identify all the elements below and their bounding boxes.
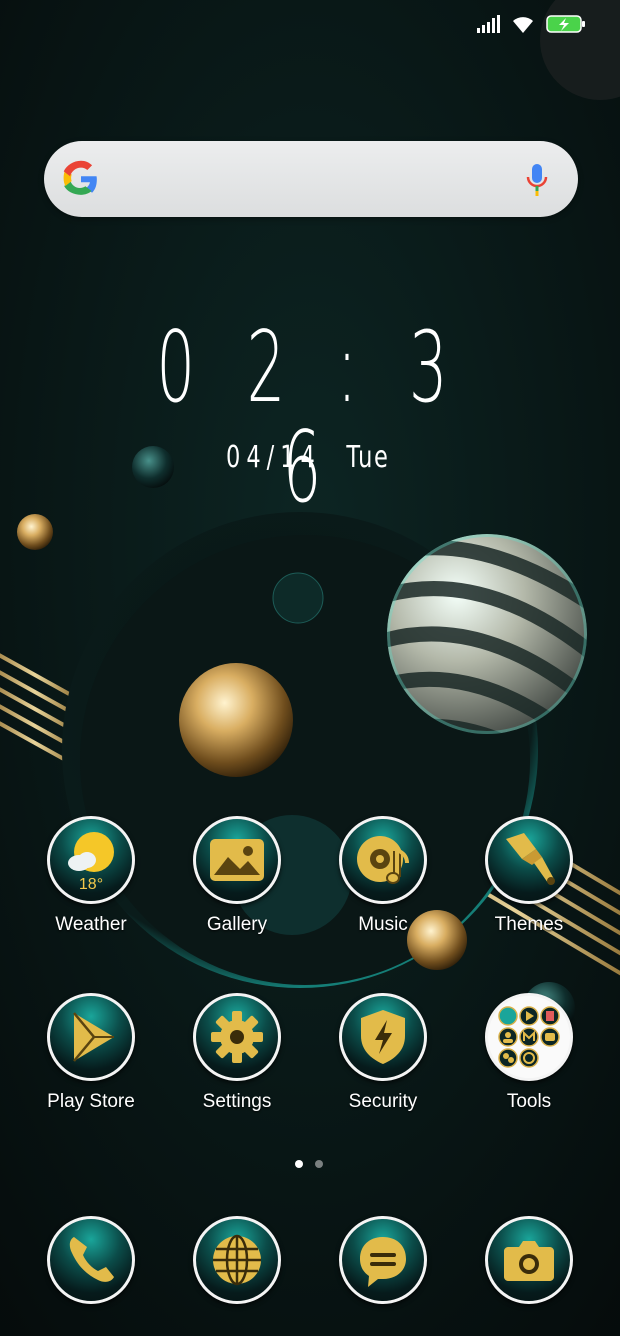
page-dot-1[interactable] — [295, 1160, 303, 1168]
app-security[interactable]: Security — [318, 993, 448, 1133]
shield-icon — [339, 993, 427, 1081]
folder-icon — [485, 993, 573, 1081]
page-dot-2[interactable] — [315, 1160, 323, 1168]
signal-icon — [477, 15, 500, 33]
app-label: Music — [358, 914, 408, 935]
dock-messages[interactable] — [318, 1216, 448, 1336]
clock-widget-date: 04/14 Tue — [226, 440, 389, 475]
music-icon — [339, 816, 427, 904]
app-label: Security — [348, 1091, 418, 1112]
app-label: Tools — [506, 1091, 552, 1112]
weather-icon: 18° — [47, 816, 135, 904]
clock-widget-time[interactable]: 0 2 : 3 6 — [118, 318, 502, 518]
app-settings[interactable]: Settings — [172, 993, 302, 1133]
page-indicator — [295, 1160, 323, 1168]
folder-tools[interactable]: Tools — [464, 993, 594, 1133]
app-label: Gallery — [206, 914, 268, 935]
app-label: Themes — [494, 914, 564, 935]
google-g-icon — [63, 160, 97, 195]
app-gallery[interactable]: Gallery — [172, 816, 302, 956]
wifi-icon — [513, 17, 533, 33]
mic-icon[interactable] — [526, 163, 548, 197]
gallery-icon — [193, 816, 281, 904]
weekday-text: Tue — [346, 440, 390, 475]
app-themes[interactable]: Themes — [464, 816, 594, 956]
weather-temperature: 18° — [78, 876, 104, 893]
browser-icon — [193, 1216, 281, 1304]
camera-icon — [485, 1216, 573, 1304]
app-weather[interactable]: 18° Weather — [26, 816, 156, 956]
dock-browser[interactable] — [172, 1216, 302, 1336]
brush-icon — [485, 816, 573, 904]
dock-phone[interactable] — [26, 1216, 156, 1336]
app-label: Play Store — [47, 1091, 135, 1112]
google-search-bar[interactable] — [44, 141, 578, 217]
app-play-store[interactable]: Play Store — [26, 993, 156, 1133]
app-label: Weather — [55, 914, 127, 935]
date-text: 04/14 — [226, 440, 321, 475]
app-music[interactable]: Music — [318, 816, 448, 956]
battery-charging-icon — [546, 15, 585, 33]
gear-icon — [193, 993, 281, 1081]
status-bar — [476, 14, 586, 34]
play-store-icon — [47, 993, 135, 1081]
messages-icon — [339, 1216, 427, 1304]
phone-icon — [47, 1216, 135, 1304]
dock-camera[interactable] — [464, 1216, 594, 1336]
app-label: Settings — [202, 1091, 272, 1112]
